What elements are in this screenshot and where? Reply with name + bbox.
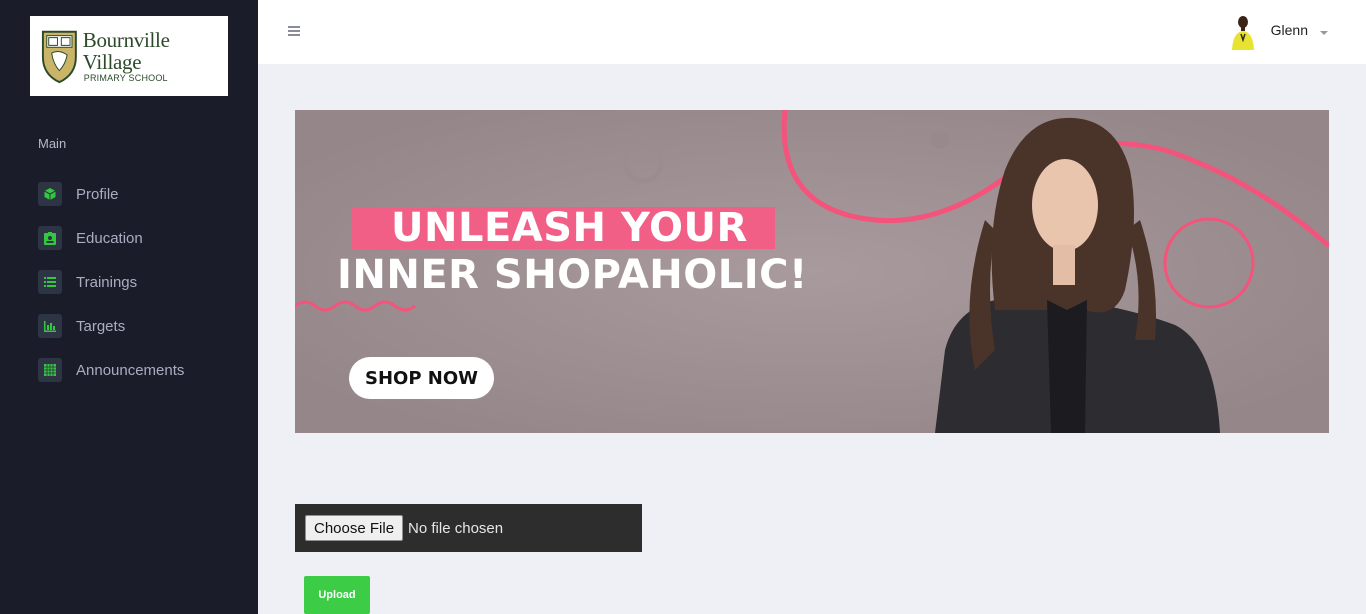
sidebar-nav: Profile Education Trainings Targets Anno… bbox=[38, 172, 184, 392]
sidebar-item-label: Targets bbox=[76, 317, 126, 335]
avatar bbox=[1231, 16, 1254, 50]
nav-section-title: Main bbox=[38, 136, 67, 151]
sidebar-item-label: Trainings bbox=[76, 273, 138, 291]
sidebar-item-trainings[interactable]: Trainings bbox=[38, 260, 184, 304]
user-name: Glenn bbox=[1270, 22, 1308, 38]
banner-headline-1: UNLEASH YOUR bbox=[351, 205, 775, 251]
upload-button[interactable]: Upload bbox=[304, 576, 370, 614]
banner-headline-2: INNER SHOPAHOLIC! bbox=[337, 252, 808, 298]
menu-toggle-icon[interactable] bbox=[288, 26, 300, 36]
sidebar-item-announcements[interactable]: Announcements bbox=[38, 348, 184, 392]
shop-now-button[interactable]: SHOP NOW bbox=[349, 357, 494, 399]
sidebar-item-education[interactable]: Education bbox=[38, 216, 184, 260]
school-logo[interactable]: Bournville Village PRIMARY SCHOOL bbox=[30, 16, 228, 96]
choose-file-button[interactable]: Choose File bbox=[305, 515, 404, 541]
top-header: Glenn bbox=[258, 0, 1366, 64]
sidebar-item-profile[interactable]: Profile bbox=[38, 172, 184, 216]
list-icon bbox=[38, 270, 62, 294]
file-status: No file chosen bbox=[408, 519, 504, 537]
school-subtitle: PRIMARY SCHOOL bbox=[83, 73, 168, 83]
school-crest-icon bbox=[41, 30, 77, 84]
sidebar-item-label: Profile bbox=[76, 185, 119, 203]
school-name: Bournville Village bbox=[82, 28, 170, 74]
sidebar-item-targets[interactable]: Targets bbox=[38, 304, 184, 348]
file-input[interactable]: Choose File No file chosen bbox=[295, 504, 642, 552]
cube-icon bbox=[38, 182, 62, 206]
user-menu[interactable]: Glenn bbox=[1229, 12, 1328, 50]
bar-chart-icon bbox=[38, 314, 62, 338]
promo-banner[interactable]: UNLEASH YOUR INNER SHOPAHOLIC! SHOP NOW bbox=[295, 110, 1329, 433]
sidebar: Bournville Village PRIMARY SCHOOL Main P… bbox=[0, 0, 258, 614]
chevron-down-icon bbox=[1320, 31, 1328, 35]
sidebar-item-label: Education bbox=[76, 229, 143, 247]
calendar-grid-icon bbox=[38, 358, 62, 382]
id-card-icon bbox=[38, 226, 62, 250]
sidebar-item-label: Announcements bbox=[76, 361, 185, 379]
